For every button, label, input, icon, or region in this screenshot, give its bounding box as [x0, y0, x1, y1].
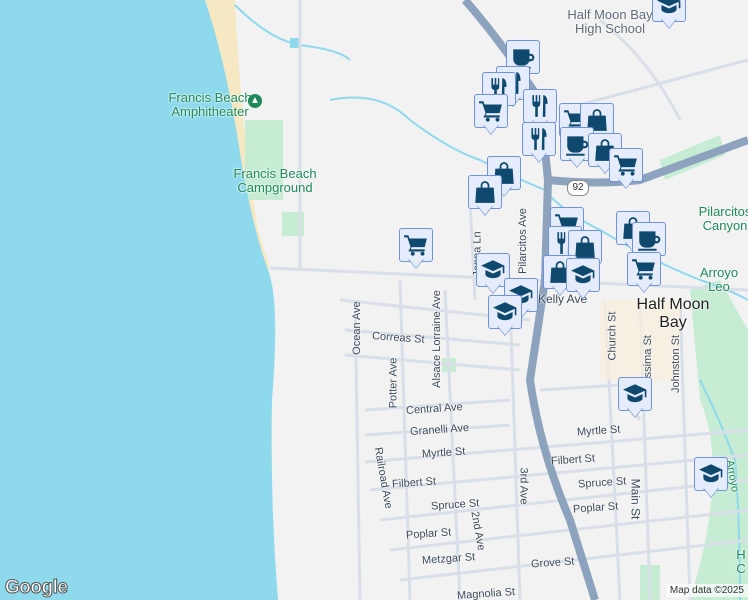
coffee-cup-icon	[636, 226, 662, 252]
grocery-marker[interactable]	[474, 94, 508, 138]
place-label-school[interactable]: Half Moon Bay High School	[560, 8, 660, 36]
street-church: Church St	[606, 311, 619, 361]
school-marker[interactable]	[652, 0, 686, 32]
graduation-cap-icon	[492, 299, 518, 325]
grocery-marker[interactable]	[399, 228, 433, 272]
shopping-cart-icon	[631, 256, 657, 282]
edge-label: H C	[736, 547, 746, 576]
street-alsace: Alsace Lorraine Ave	[430, 290, 443, 388]
street-3rd: 3rd Ave	[517, 467, 530, 505]
graduation-cap-icon	[480, 257, 506, 283]
street-potter: Potter Ave	[387, 357, 400, 409]
park-icon: ▲	[248, 94, 262, 108]
graduation-cap-icon	[622, 381, 648, 407]
graduation-cap-icon	[570, 262, 596, 288]
school-marker[interactable]	[488, 295, 522, 339]
shopping-cart-icon	[613, 152, 639, 178]
map-attribution[interactable]: Map data ©2025	[665, 584, 748, 597]
school-marker[interactable]	[566, 258, 600, 302]
place-label-arroyo[interactable]: Arroyo Leo	[690, 266, 748, 294]
map-view[interactable]: Half Moon Bay High School Francis Beach …	[0, 0, 748, 600]
school-marker[interactable]	[694, 457, 728, 501]
shopping-bag-icon	[472, 179, 498, 205]
fork-knife-icon	[527, 93, 553, 119]
school-marker[interactable]	[618, 377, 652, 421]
place-label-canyon[interactable]: Pilarcitos Canyon	[690, 205, 748, 233]
street-ocean: Ocean Ave	[350, 301, 363, 355]
coffee-cup-icon	[564, 131, 590, 157]
grocery-marker[interactable]	[627, 252, 661, 296]
town-label: Half Moon Bay	[636, 296, 710, 331]
shop-marker[interactable]	[468, 175, 502, 219]
google-logo[interactable]: Google	[4, 577, 68, 599]
place-label-campground[interactable]: Francis Beach Campground	[225, 167, 325, 195]
shopping-cart-icon	[478, 98, 504, 124]
fork-knife-icon	[526, 126, 552, 152]
shopping-cart-icon	[403, 232, 429, 258]
street-pilarcitos-ave: Pilarcitos Ave	[516, 208, 529, 274]
graduation-cap-icon	[698, 461, 724, 487]
graduation-cap-icon	[656, 0, 682, 18]
street-main: Main St	[628, 478, 643, 520]
route-92-shield: 92	[567, 180, 589, 196]
grocery-marker[interactable]	[609, 148, 643, 192]
street-johnston: Johnston St	[670, 334, 683, 394]
restaurant-marker[interactable]	[522, 122, 556, 166]
